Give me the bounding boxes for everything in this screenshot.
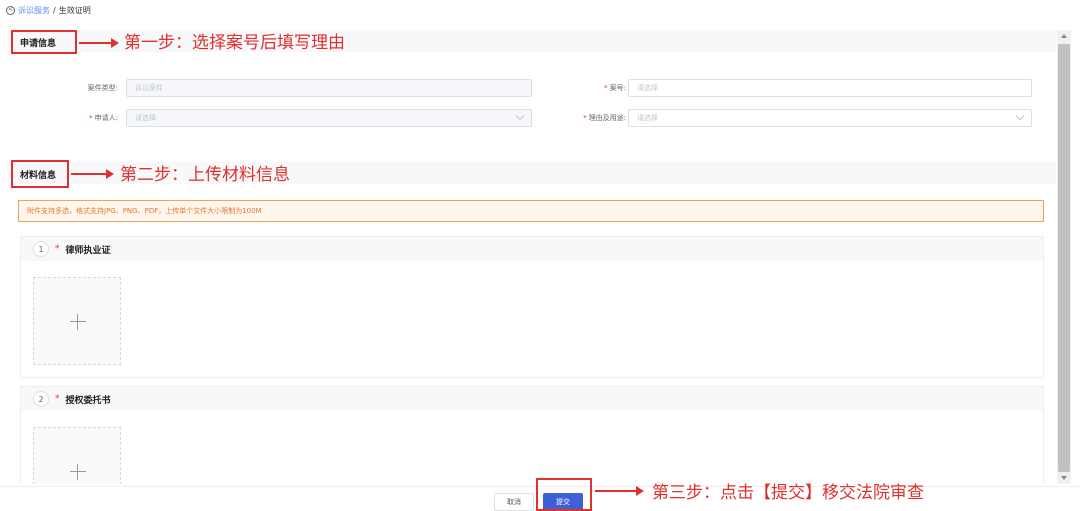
upload-header: 2 * 授权委托书 <box>21 387 1043 411</box>
scroll-up-icon[interactable] <box>1061 34 1067 38</box>
required-mark: * <box>604 84 608 92</box>
step-number: 1 <box>33 241 49 257</box>
reason-select[interactable]: 请选择 <box>628 109 1032 127</box>
upload-header: 1 * 律师执业证 <box>21 237 1043 261</box>
upload-dropzone-power-of-attorney[interactable] <box>33 427 121 484</box>
case-no-label: * 案号: <box>604 84 626 92</box>
upload-section-power-of-attorney: 2 * 授权委托书 <box>20 386 1044 484</box>
chevron-down-icon <box>1015 111 1025 121</box>
cancel-button[interactable]: 取消 <box>494 493 534 511</box>
annotation-arrow-icon <box>79 38 119 48</box>
annotation-box-material <box>11 160 69 188</box>
plus-icon <box>70 314 86 330</box>
case-type-label: 案件类型: <box>87 84 118 92</box>
reason-label: * 理由及用途: <box>583 114 626 122</box>
breadcrumb-current: 生效证明 <box>58 5 91 15</box>
scroll-thumb[interactable] <box>1058 44 1070 472</box>
scroll-down-icon[interactable] <box>1061 476 1067 480</box>
upload-notice: 附件支持多选，格式支持JPG、PNG、PDF，上传单个文件大小限制为100M <box>18 200 1044 222</box>
annotation-step2: 第二步：上传材料信息 <box>120 165 290 185</box>
case-type-input: 诉讼案件 <box>126 79 532 97</box>
annotation-arrow-icon <box>71 169 114 179</box>
annotation-box-apply <box>11 30 77 54</box>
vertical-scrollbar[interactable] <box>1057 30 1071 484</box>
breadcrumb-separator: / <box>53 5 56 15</box>
chevron-down-icon <box>515 111 525 121</box>
breadcrumb-link-litigation-service[interactable]: 诉讼服务 <box>18 5 50 16</box>
case-no-select[interactable]: 请选择 <box>628 79 1032 97</box>
required-mark: * <box>55 394 60 404</box>
required-mark: * <box>583 114 587 122</box>
upload-title: 律师执业证 <box>65 245 111 256</box>
breadcrumb: < 诉讼服务 / 生效证明 <box>6 3 91 17</box>
applicant-select[interactable]: 请选择 <box>126 109 532 127</box>
upload-section-lawyer-license: 1 * 律师执业证 <box>20 236 1044 378</box>
required-mark: * <box>55 244 60 254</box>
annotation-step3: 第三步：点击【提交】移交法院审查 <box>652 483 924 503</box>
plus-icon <box>70 464 86 480</box>
back-arrow-icon[interactable]: < <box>6 5 15 15</box>
annotation-arrow-icon <box>595 486 644 496</box>
annotation-step1: 第一步：选择案号后填写理由 <box>124 33 345 53</box>
required-mark: * <box>89 114 93 122</box>
upload-dropzone-lawyer-license[interactable] <box>33 277 121 365</box>
step-number: 2 <box>33 391 49 407</box>
main-content: 申请信息 案件类型: 诉讼案件 * 案号: 请选择 * 申请人: 请选择 * 理由及用… <box>8 24 1056 484</box>
annotation-box-submit <box>536 478 592 511</box>
applicant-label: * 申请人: <box>89 114 118 122</box>
upload-title: 授权委托书 <box>65 395 111 406</box>
